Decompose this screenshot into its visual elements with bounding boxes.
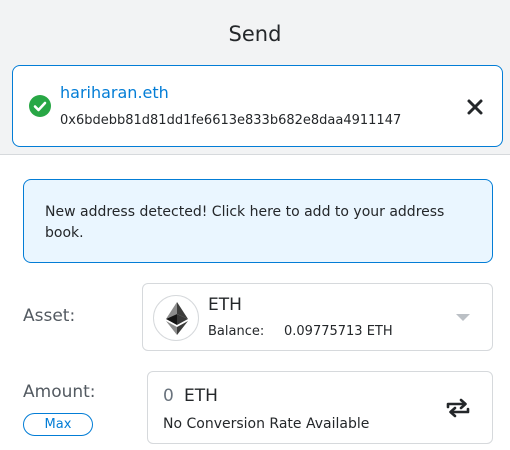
asset-selector[interactable]: ETH Balance: 0.09775713 ETH [142,283,493,351]
amount-field: ETH No Conversion Rate Available [147,371,493,444]
notice-text: New address detected! Click here to add … [45,204,445,241]
send-header: Send hariharan.eth 0x6bdebb81d81dd1fe661… [0,0,510,155]
swap-icon[interactable] [444,396,472,420]
amount-label: Amount: [23,382,96,402]
page-title: Send [228,22,282,46]
recipient-ens-name: hariharan.eth [60,83,169,102]
amount-unit: ETH [184,386,218,406]
max-button[interactable]: Max [23,413,93,436]
recipient-card: hariharan.eth 0x6bdebb81d81dd1fe6613e833… [12,65,503,147]
balance-value: 0.09775713 ETH [284,324,393,339]
recipient-address: 0x6bdebb81d81dd1fe6613e833b682e8daa49111… [60,113,402,128]
conversion-rate-text: No Conversion Rate Available [163,416,370,432]
asset-symbol: ETH [208,295,242,315]
caret-down-icon [456,314,470,321]
check-circle-icon [29,95,51,117]
asset-label: Asset: [23,306,76,326]
balance-label: Balance: [208,324,265,339]
ethereum-icon [153,295,199,341]
close-icon[interactable] [463,95,487,119]
add-to-address-book-notice[interactable]: New address detected! Click here to add … [23,179,493,263]
amount-input[interactable] [163,386,181,406]
